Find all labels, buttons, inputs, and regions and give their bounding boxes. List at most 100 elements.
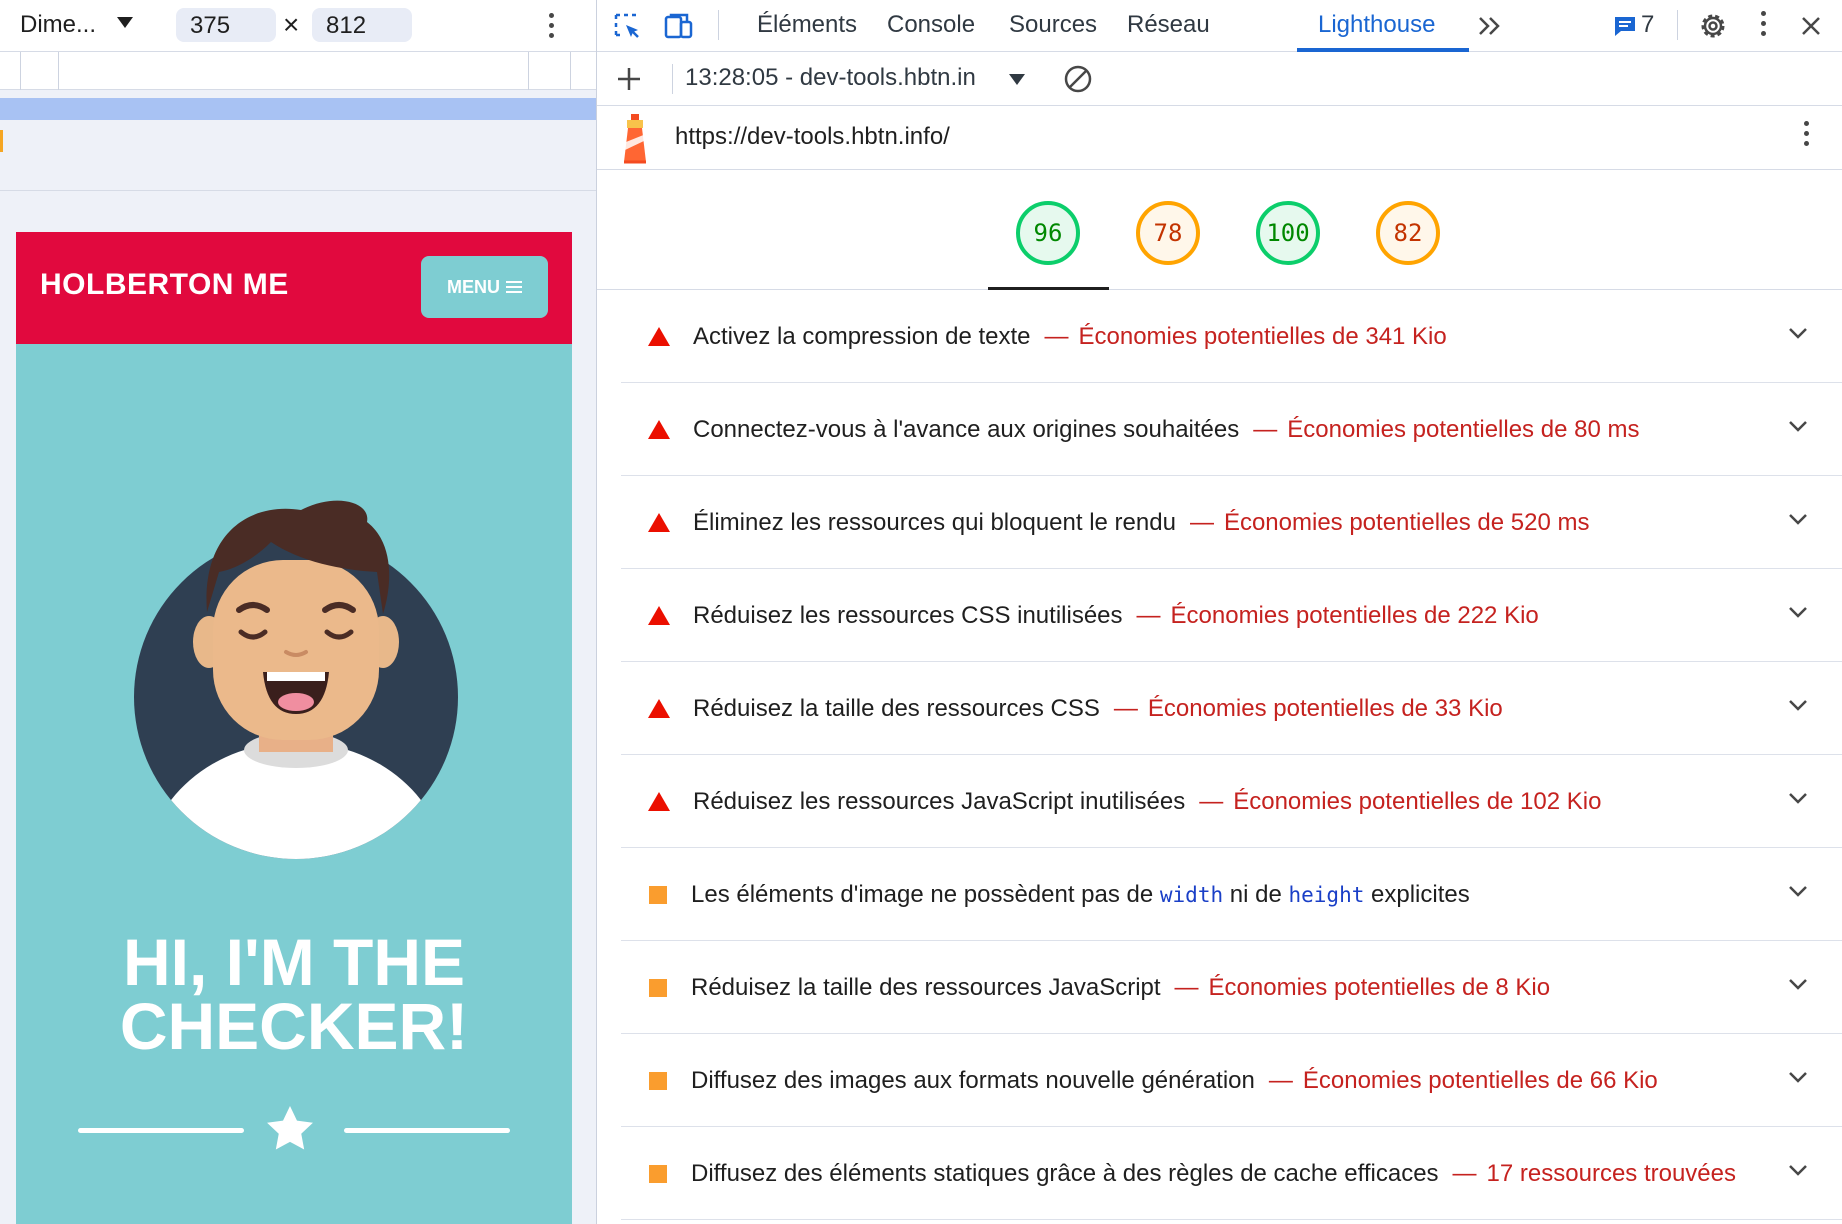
audit-code: width	[1159, 883, 1224, 907]
audit-saving: Économies potentielles de 520 ms	[1223, 509, 1590, 536]
audit-row[interactable]: Réduisez la taille des ressources JavaSc…	[621, 941, 1842, 1034]
audit-saving: Économies potentielles de 8 Kio	[1208, 974, 1551, 1001]
hero-title: HI, I'M THE CHECKER!	[16, 925, 572, 1063]
audit-saving: Économies potentielles de 222 Kio	[1170, 602, 1539, 629]
avatar	[134, 500, 458, 859]
fail-triangle-icon	[648, 420, 670, 439]
tab-network[interactable]: Réseau	[1127, 11, 1210, 39]
report-select[interactable]: 13:28:05 - dev-tools.hbtn.in	[685, 64, 995, 92]
audit-row[interactable]: Éliminez les ressources qui bloquent le …	[621, 476, 1842, 569]
hero-divider-line	[78, 1128, 244, 1133]
average-square-icon	[649, 1165, 667, 1183]
chevron-down-icon[interactable]	[1788, 1071, 1808, 1083]
audit-saving: Économies potentielles de 33 Kio	[1147, 695, 1503, 722]
clear-icon[interactable]	[1063, 64, 1093, 94]
audit-saving: Économies potentielles de 102 Kio	[1233, 788, 1602, 815]
audit-separator: —	[1268, 1067, 1293, 1094]
report-dropdown-arrow-icon[interactable]	[1009, 74, 1025, 85]
hero-divider-line	[344, 1128, 510, 1133]
score-value: 96	[1033, 219, 1063, 247]
device-toolbar-kebab-icon[interactable]	[548, 10, 554, 40]
audit-row[interactable]: Réduisez la taille des ressources CSS — Éc…	[621, 662, 1842, 755]
audit-row[interactable]: Les éléments d'image ne possèdent pas de…	[621, 848, 1842, 941]
audit-row[interactable]: Réduisez les ressources CSS inutilisées —…	[621, 569, 1842, 662]
audit-separator: —	[1199, 788, 1224, 815]
audit-title-part: ni de	[1223, 881, 1289, 908]
score-gauge[interactable]: 100	[1255, 200, 1321, 266]
dimensions-select[interactable]: Dime...	[20, 11, 96, 39]
chevron-down-icon[interactable]	[1788, 885, 1808, 897]
score-gauge[interactable]: 96	[1015, 200, 1081, 266]
viewport-width-input[interactable]: 375	[176, 8, 276, 42]
audit-title: Réduisez les ressources JavaScript inuti…	[693, 788, 1186, 815]
chevron-down-icon[interactable]	[1788, 513, 1808, 525]
menu-button[interactable]: MENU	[421, 256, 548, 318]
kebab-menu-icon[interactable]	[1759, 8, 1767, 40]
audit-row[interactable]: Diffusez des images aux formats nouvelle…	[621, 1034, 1842, 1127]
audit-row[interactable]: Connectez-vous à l'avance aux origines s…	[621, 383, 1842, 476]
audit-separator: —	[1253, 416, 1278, 443]
score-value: 78	[1153, 219, 1183, 247]
site-brand[interactable]: HOLBERTON ME	[40, 268, 289, 302]
ruler-tick	[58, 52, 59, 90]
media-query-bar[interactable]	[0, 98, 596, 120]
hamburger-icon	[506, 281, 522, 293]
lighthouse-logo-icon	[624, 114, 646, 164]
plus-icon[interactable]	[615, 65, 643, 93]
audit-text: Les éléments d'image ne possèdent pas de…	[691, 881, 1470, 909]
audit-row[interactable]: Activez la compression de texte — Économie…	[621, 290, 1842, 383]
media-query-marker	[0, 130, 3, 152]
devtools-tabbar: Éléments Console Sources Réseau Lighthou…	[597, 0, 1842, 52]
audit-title: Réduisez les ressources CSS inutilisées	[693, 602, 1123, 629]
score-gauge[interactable]: 82	[1375, 200, 1441, 266]
tab-elements[interactable]: Éléments	[757, 11, 857, 39]
device-toolbar-icon[interactable]	[663, 10, 695, 42]
audit-title: Éliminez les ressources qui bloquent le …	[693, 509, 1176, 536]
audit-saving: 17 ressources trouvées	[1486, 1160, 1737, 1187]
tab-lighthouse[interactable]: Lighthouse	[1318, 11, 1435, 39]
ruler-tick	[20, 52, 21, 90]
score-gauge[interactable]: 78	[1135, 200, 1201, 266]
chevron-down-icon[interactable]	[1788, 699, 1808, 711]
toolbar-separator	[672, 64, 673, 94]
menu-button-label: MENU	[447, 276, 500, 297]
audit-saving: Économies potentielles de 80 ms	[1287, 416, 1640, 443]
toolbar-separator	[1677, 10, 1678, 40]
gear-icon[interactable]	[1697, 10, 1729, 42]
viewport-height-input[interactable]: 812	[312, 8, 412, 42]
report-url: https://dev-tools.hbtn.info/	[675, 123, 950, 150]
fail-triangle-icon	[648, 513, 670, 532]
audit-title: Réduisez la taille des ressources JavaSc…	[691, 974, 1161, 1001]
device-emulation-pane: Dime... 375 × 812 HOLBERTON ME MENU HI, …	[0, 0, 596, 1224]
report-kebab-icon[interactable]	[1803, 118, 1809, 158]
audit-text: Réduisez les ressources JavaScript inuti…	[693, 788, 1601, 816]
chevron-double-right-icon[interactable]	[1473, 10, 1505, 42]
hero-title-line: CHECKER!	[119, 989, 469, 1063]
audit-list: Activez la compression de texte — Économie…	[621, 290, 1842, 1220]
audit-row[interactable]: Réduisez les ressources JavaScript inuti…	[621, 755, 1842, 848]
issues-count[interactable]: 7	[1641, 11, 1654, 39]
inspect-element-icon[interactable]	[611, 10, 643, 42]
chevron-down-icon[interactable]	[1788, 606, 1808, 618]
chevron-down-icon[interactable]	[1788, 327, 1808, 339]
audit-title: Activez la compression de texte	[693, 323, 1031, 350]
tab-console[interactable]: Console	[887, 11, 975, 39]
chevron-down-icon[interactable]	[1788, 420, 1808, 432]
dimensions-dropdown-arrow-icon[interactable]	[117, 17, 133, 28]
close-icon[interactable]	[1795, 10, 1827, 42]
audit-text: Réduisez la taille des ressources CSS — Éc…	[693, 695, 1503, 723]
chevron-down-icon[interactable]	[1788, 978, 1808, 990]
score-value: 100	[1266, 219, 1310, 247]
lighthouse-toolbar: 13:28:05 - dev-tools.hbtn.in	[597, 52, 1842, 106]
audit-row[interactable]: Diffusez des éléments statiques grâce à …	[621, 1127, 1842, 1220]
toolbar-separator	[718, 10, 719, 40]
hero-title-line: HI, I'M THE	[122, 925, 466, 999]
chevron-down-icon[interactable]	[1788, 1164, 1808, 1176]
tab-sources[interactable]: Sources	[1009, 11, 1097, 39]
average-square-icon	[649, 886, 667, 904]
message-icon[interactable]	[1611, 12, 1639, 40]
audit-saving: Économies potentielles de 341 Kio	[1078, 323, 1447, 350]
score-gauges: 96 78 100 82	[597, 170, 1842, 290]
fail-triangle-icon	[648, 792, 670, 811]
chevron-down-icon[interactable]	[1788, 792, 1808, 804]
